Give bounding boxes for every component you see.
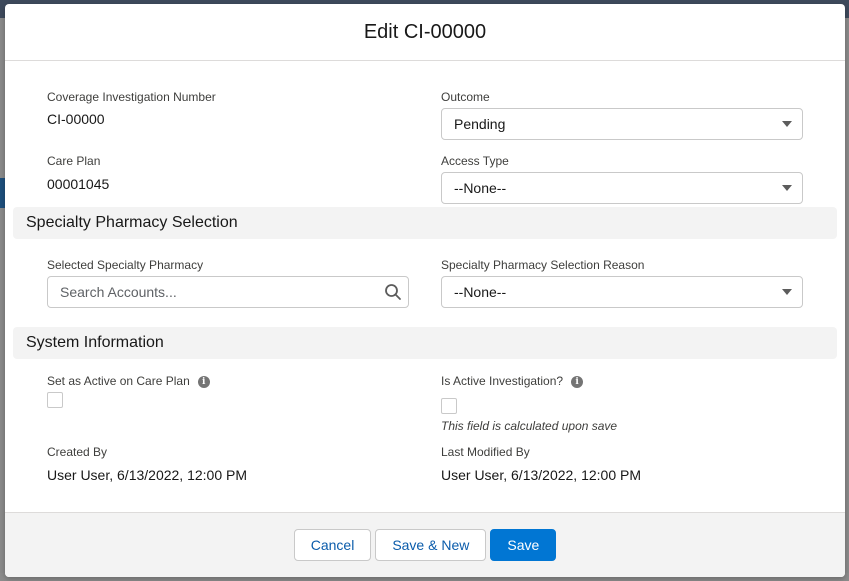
modal-body: Coverage Investigation Number CI-00000 O… [5, 61, 845, 512]
info-icon[interactable]: i [571, 375, 584, 388]
care-plan-label: Care Plan [47, 154, 101, 168]
created-by-label: Created By [47, 445, 108, 459]
is-active-checkbox [441, 398, 457, 414]
modal-title: Edit CI-00000 [363, 20, 487, 43]
selected-specialty-pharmacy-label: Selected Specialty Pharmacy [47, 258, 204, 272]
section-header-specialty-pharmacy[interactable]: Specialty Pharmacy Selection [13, 207, 837, 239]
save-button[interactable]: Save [490, 529, 557, 561]
last-modified-by-label: Last Modified By [441, 445, 530, 459]
chevron-down-icon [782, 289, 792, 295]
access-type-select[interactable]: --None-- [441, 172, 803, 204]
specialty-pharmacy-lookup[interactable] [47, 276, 409, 308]
is-active-label-row: Is Active Investigation? i [441, 374, 584, 388]
chevron-down-icon [782, 121, 792, 127]
set-active-checkbox[interactable] [47, 392, 63, 408]
coverage-investigation-number-label: Coverage Investigation Number [47, 90, 216, 104]
cancel-button[interactable]: Cancel [293, 529, 372, 561]
chevron-down-icon [782, 185, 792, 191]
access-type-label: Access Type [441, 154, 509, 168]
section-header-system-information[interactable]: System Information [13, 327, 837, 359]
search-accounts-input[interactable] [60, 284, 360, 300]
set-active-label: Set as Active on Care Plan [47, 374, 190, 388]
is-active-label: Is Active Investigation? [441, 374, 564, 388]
created-by-value: User User, 6/13/2022, 12:00 PM [47, 467, 247, 483]
is-active-help-text: This field is calculated upon save [441, 419, 618, 433]
search-icon[interactable] [384, 283, 402, 301]
info-icon[interactable]: i [197, 375, 210, 388]
selection-reason-selected-value: --None-- [454, 284, 507, 300]
save-and-new-button[interactable]: Save & New [375, 529, 487, 561]
access-type-selected-value: --None-- [454, 180, 507, 196]
selection-reason-label: Specialty Pharmacy Selection Reason [441, 258, 645, 272]
set-active-label-row: Set as Active on Care Plan i [47, 374, 210, 388]
modal-footer: Cancel Save & New Save [5, 512, 845, 577]
selection-reason-select[interactable]: --None-- [441, 276, 803, 308]
last-modified-by-value: User User, 6/13/2022, 12:00 PM [441, 467, 641, 483]
modal-header: Edit CI-00000 [5, 4, 845, 61]
outcome-label: Outcome [441, 90, 490, 104]
coverage-investigation-number-value: CI-00000 [47, 111, 105, 127]
edit-modal: Edit CI-00000 Coverage Investigation Num… [5, 4, 845, 577]
outcome-select[interactable]: Pending [441, 108, 803, 140]
outcome-selected-value: Pending [454, 116, 506, 132]
care-plan-value: 00001045 [47, 176, 110, 192]
